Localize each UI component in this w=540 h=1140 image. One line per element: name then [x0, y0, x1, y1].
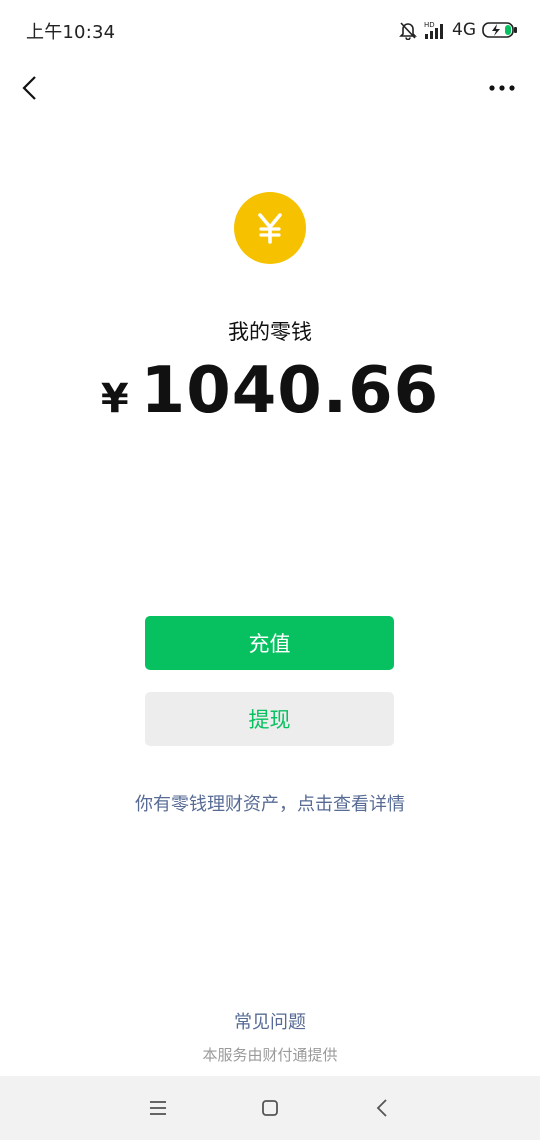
system-navigation-bar — [0, 1076, 540, 1140]
home-icon — [262, 1100, 278, 1116]
bell-off-icon — [398, 20, 418, 40]
recharge-button[interactable]: 充值 — [145, 616, 394, 670]
menu-button[interactable] — [142, 1092, 174, 1124]
battery-charging-icon — [482, 21, 518, 39]
system-back-button[interactable] — [366, 1092, 398, 1124]
svg-text:HD: HD — [424, 21, 435, 29]
chevron-left-icon — [22, 76, 36, 100]
status-time: 上午10:34 — [26, 22, 116, 43]
wallet-change-screen: 上午10:34 HD 4G 我的零钱 ¥ 1040.66 充值 提现 你有零钱理… — [0, 0, 540, 1140]
balance-title: 我的零钱 — [228, 320, 312, 344]
currency-symbol: ¥ — [100, 376, 129, 422]
finance-assets-link[interactable]: 你有零钱理财资产，点击查看详情 — [0, 790, 540, 816]
withdraw-button[interactable]: 提现 — [145, 692, 394, 746]
network-label: 4G — [452, 19, 476, 40]
yuan-coin-icon — [234, 192, 306, 264]
faq-link[interactable]: 常见问题 — [0, 1008, 540, 1034]
signal-icon: HD — [424, 20, 446, 40]
back-icon — [376, 1099, 387, 1117]
more-button[interactable] — [484, 70, 520, 106]
home-button[interactable] — [254, 1092, 286, 1124]
status-icons: HD 4G — [398, 18, 518, 42]
balance-value: 1040.66 — [140, 354, 440, 428]
back-button[interactable] — [12, 70, 48, 106]
more-dots-icon — [489, 85, 515, 91]
service-provider-text: 本服务由财付通提供 — [202, 1046, 338, 1064]
status-bar: 上午10:34 HD 4G — [0, 0, 540, 58]
menu-icon — [150, 1101, 166, 1115]
balance-amount: ¥ 1040.66 — [0, 354, 540, 434]
